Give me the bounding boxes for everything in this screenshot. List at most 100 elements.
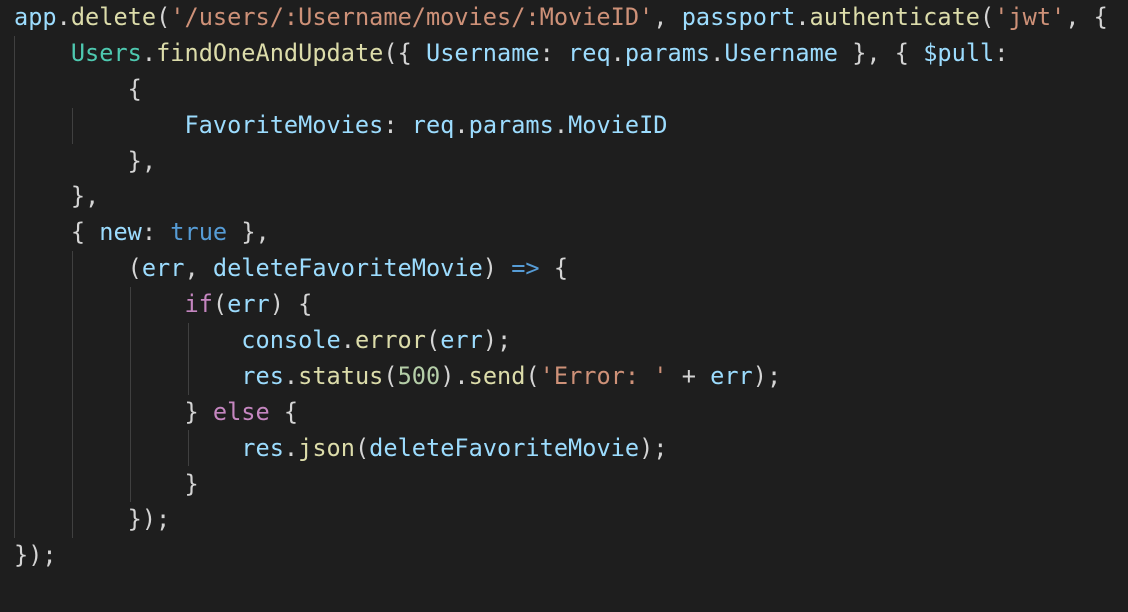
code-token: app (14, 3, 57, 31)
code-token: error (354, 326, 426, 355)
code-token: ) (482, 254, 512, 283)
code-line: { (14, 72, 1108, 108)
code-token: MovieID (568, 110, 668, 139)
code-token: . (454, 110, 469, 139)
code-token: }, { (837, 38, 924, 67)
code-token: : (383, 110, 412, 139)
code-token: req (568, 38, 611, 67)
code-token: . (610, 38, 625, 67)
code-token: => (511, 254, 540, 283)
code-token: err (440, 326, 483, 355)
code-token: . (283, 433, 299, 462)
code-token: err (141, 254, 185, 283)
code-token: ( (14, 254, 142, 283)
code-line: if(err) { (14, 287, 1108, 323)
code-token: err (710, 361, 753, 390)
code-line: }); (14, 538, 1108, 574)
code-token: . (141, 38, 157, 67)
code-token: 'Error: ' (539, 361, 668, 390)
code-token: ( (425, 326, 441, 355)
code-token: json (298, 433, 355, 462)
code-line: console.error(err); (14, 323, 1108, 359)
code-token: , (184, 254, 213, 283)
code-token: ); (752, 361, 782, 390)
code-token: res (241, 433, 284, 462)
code-line: { new: true }, (14, 215, 1108, 251)
code-token: . (340, 326, 355, 355)
code-token: ( (383, 361, 398, 390)
code-token: $pull (923, 38, 995, 67)
code-token: ( (980, 3, 995, 31)
code-token: Users (70, 38, 142, 67)
code-line: res.status(500).send('Error: ' + err); (14, 359, 1108, 395)
code-token: { (539, 254, 569, 283)
code-token: res (241, 361, 284, 390)
code-token: } (14, 397, 213, 426)
code-token: console (241, 326, 341, 355)
code-token: send (468, 361, 526, 390)
code-token: 'jwt' (994, 3, 1066, 31)
code-token: new (99, 218, 142, 247)
code-token: }, (14, 146, 157, 175)
code-token: FavoriteMovies (184, 110, 384, 139)
code-token: . (795, 3, 810, 31)
code-token: { (269, 397, 299, 426)
code-token: }, (14, 182, 100, 211)
code-token: , (653, 3, 682, 31)
code-token: Username (724, 38, 838, 67)
code-token: : (141, 218, 171, 247)
code-token: + (667, 361, 711, 390)
code-token: : (994, 38, 1009, 67)
code-line: }, (14, 179, 1108, 215)
code-token: deleteFavoriteMovie (212, 254, 483, 283)
code-editor[interactable]: app.delete('/users/:Username/movies/:Mov… (0, 0, 1128, 612)
code-token: status (298, 361, 384, 390)
code-line: } (14, 467, 1108, 503)
code-token: delete (70, 3, 157, 31)
code-token: } (14, 469, 199, 498)
code-token: , { (1065, 3, 1108, 31)
code-token: ( (212, 290, 228, 319)
code-token: : (539, 38, 569, 67)
code-line: Users.findOneAndUpdate({ Username: req.p… (14, 36, 1108, 72)
code-token: . (710, 38, 725, 67)
code-token: 500 (397, 361, 441, 390)
code-token: params (624, 38, 711, 67)
code-token: ) { (269, 290, 313, 319)
code-token: true (170, 218, 228, 247)
code-token: err (227, 290, 270, 319)
code-token: . (283, 361, 299, 390)
code-token: '/users/:Username/movies/:MovieID' (170, 3, 654, 31)
code-line: } else { (14, 395, 1108, 431)
code-line: (err, deleteFavoriteMovie) => { (14, 251, 1108, 287)
code-token: ). (440, 361, 469, 390)
code-token: ( (525, 361, 540, 390)
code-block[interactable]: app.delete('/users/:Username/movies/:Mov… (14, 0, 1108, 574)
code-line: res.json(deleteFavoriteMovie); (14, 431, 1108, 467)
code-token: ( (156, 3, 171, 31)
code-token: else (212, 397, 270, 426)
code-token: }); (14, 505, 171, 534)
code-token: { (14, 74, 142, 103)
code-token: . (553, 110, 569, 139)
code-token: ({ (383, 38, 426, 67)
code-token: authenticate (809, 3, 981, 31)
code-token: req (411, 110, 455, 139)
code-line: app.delete('/users/:Username/movies/:Mov… (14, 0, 1108, 36)
code-token: if (184, 290, 213, 319)
code-token: params (468, 110, 554, 139)
code-token: deleteFavoriteMovie (369, 433, 640, 462)
code-token: findOneAndUpdate (156, 38, 384, 67)
code-token: ); (482, 326, 512, 355)
code-token: { (14, 218, 100, 247)
code-token: ); (639, 433, 668, 462)
code-token: }, (227, 218, 270, 247)
code-token: Username (425, 38, 540, 67)
code-line: FavoriteMovies: req.params.MovieID (14, 108, 1108, 144)
code-line: }); (14, 502, 1108, 538)
